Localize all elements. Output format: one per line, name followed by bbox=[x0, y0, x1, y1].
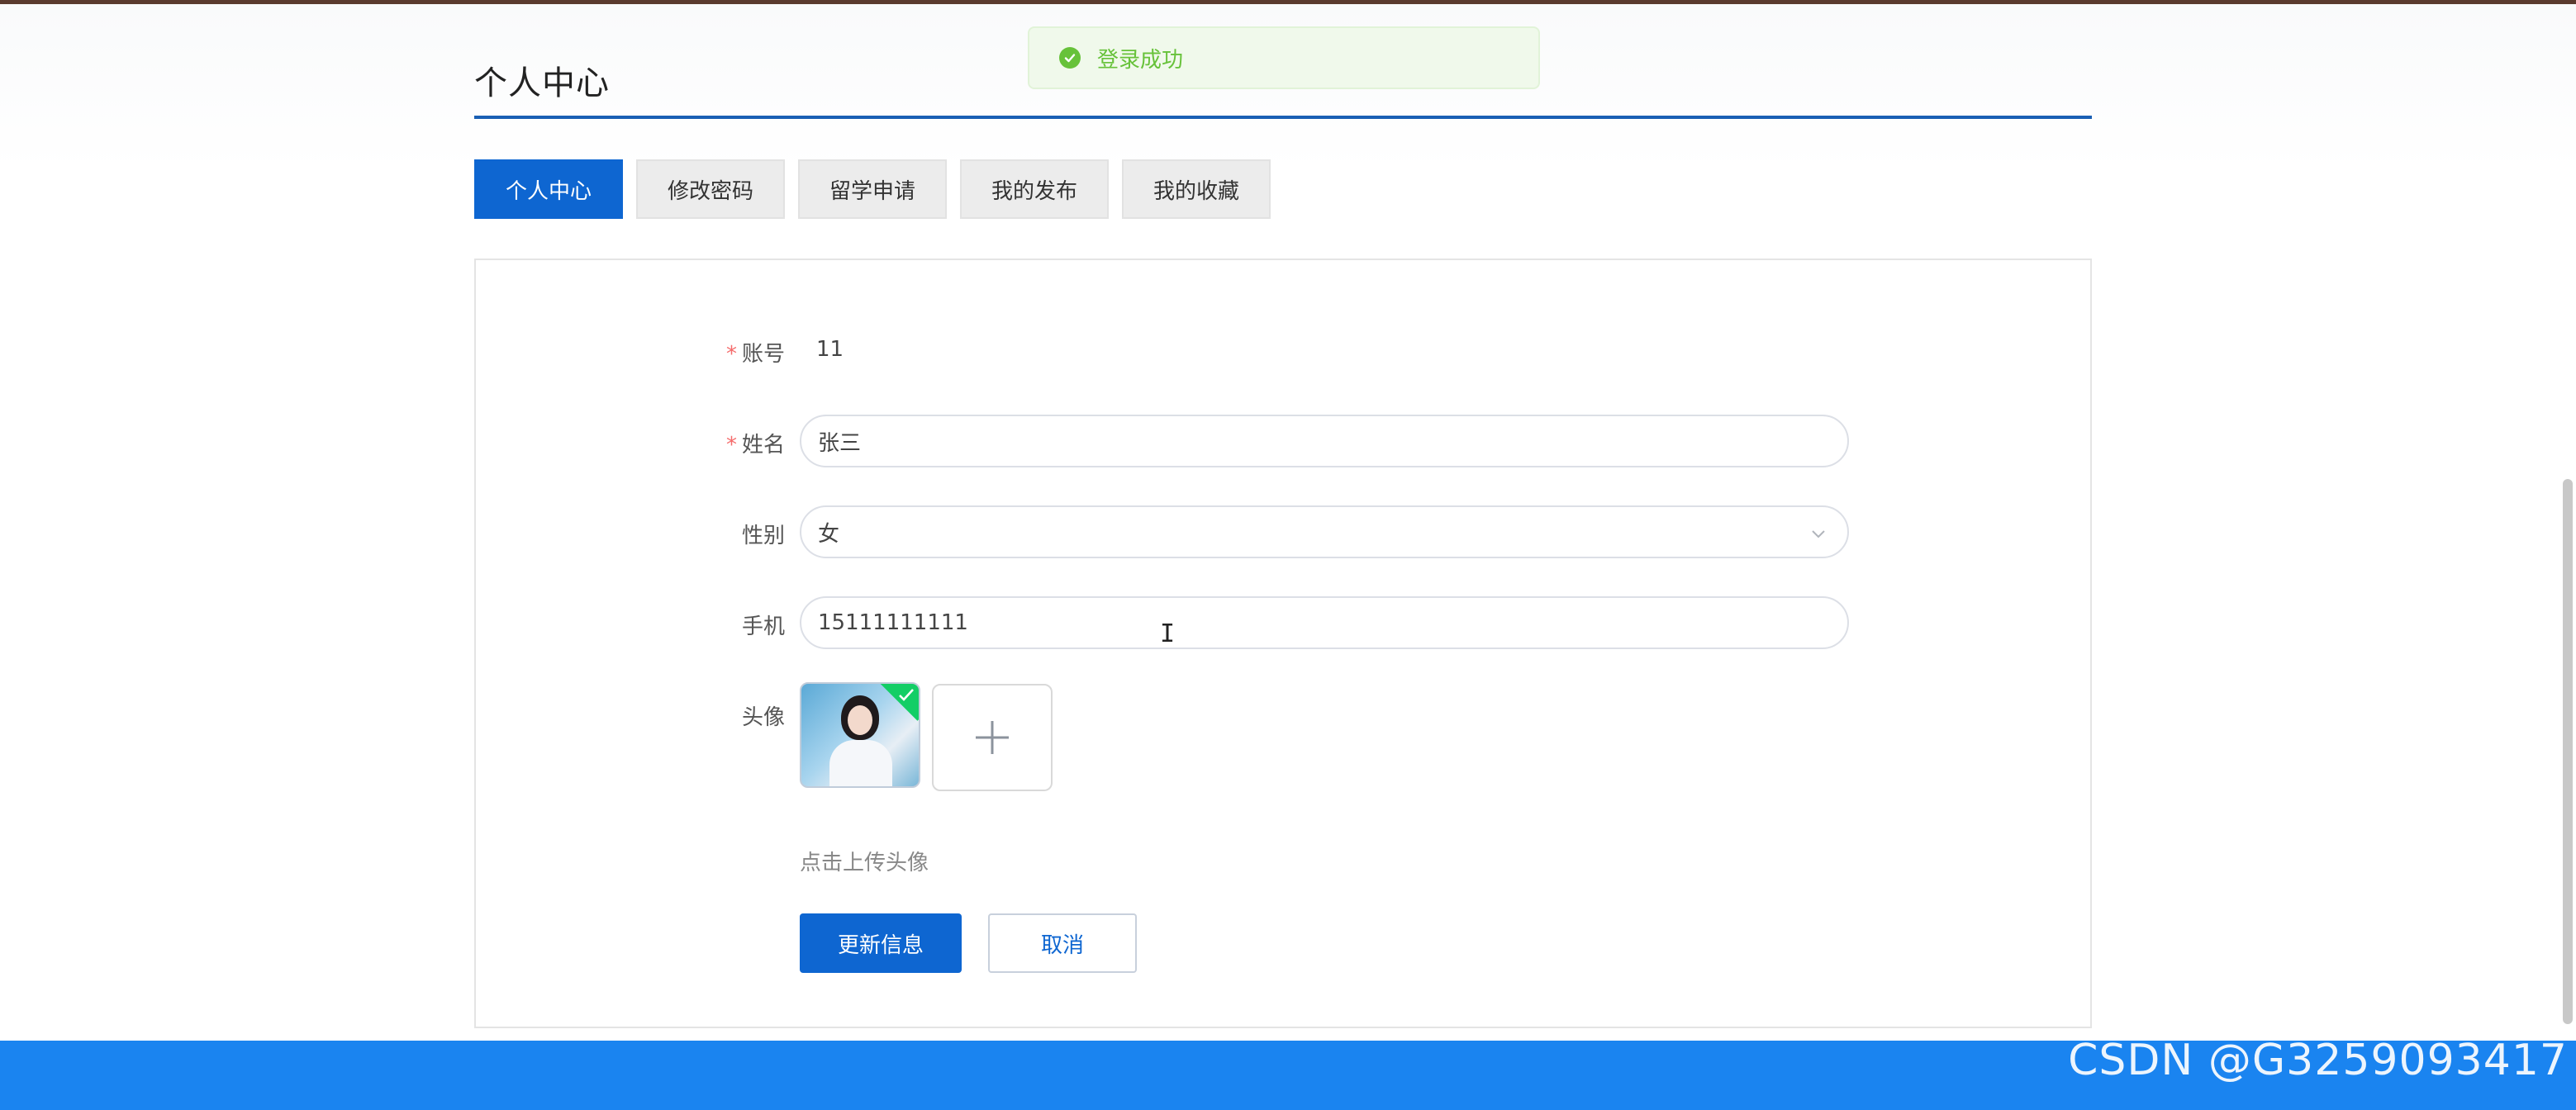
account-label: * 账号 bbox=[725, 342, 785, 367]
toast-message: 登录成功 bbox=[1097, 47, 1184, 73]
name-input-value: 张三 bbox=[818, 430, 862, 456]
account-value: 11 bbox=[816, 337, 844, 362]
profile-tabs: 个人中心 修改密码 留学申请 我的发布 我的收藏 bbox=[474, 159, 1271, 219]
text-cursor-icon: I bbox=[1160, 619, 1176, 648]
plus-icon bbox=[976, 721, 1009, 754]
name-label: * 姓名 bbox=[725, 433, 785, 458]
gender-select[interactable]: 女 bbox=[800, 505, 1849, 558]
upload-success-check-icon bbox=[897, 685, 915, 707]
cancel-button[interactable]: 取消 bbox=[988, 913, 1137, 973]
success-check-icon bbox=[1059, 47, 1081, 69]
tab-profile[interactable]: 个人中心 bbox=[474, 159, 623, 219]
scrollbar[interactable] bbox=[2563, 479, 2573, 1024]
phone-label: 手机 bbox=[741, 614, 785, 639]
gender-selected-value: 女 bbox=[818, 521, 840, 547]
watermark: CSDN @G3259093417 bbox=[2068, 1036, 2568, 1085]
title-underline bbox=[474, 116, 2092, 119]
tab-my-favorites[interactable]: 我的收藏 bbox=[1122, 159, 1271, 219]
name-input[interactable]: 张三 bbox=[800, 415, 1849, 467]
update-info-button[interactable]: 更新信息 bbox=[800, 913, 962, 973]
tab-my-posts[interactable]: 我的发布 bbox=[960, 159, 1109, 219]
chevron-down-icon bbox=[1809, 524, 1827, 548]
gender-label: 性别 bbox=[741, 524, 785, 548]
tab-study-abroad-application[interactable]: 留学申请 bbox=[798, 159, 947, 219]
avatar-upload-button[interactable] bbox=[932, 684, 1053, 791]
success-toast: 登录成功 bbox=[1028, 26, 1540, 89]
phone-input[interactable]: 15111111111 bbox=[800, 596, 1849, 649]
avatar-label: 头像 bbox=[741, 705, 785, 730]
required-mark: * bbox=[725, 433, 737, 458]
avatar-thumbnail[interactable] bbox=[800, 682, 920, 788]
phone-input-value: 15111111111 bbox=[818, 610, 968, 635]
required-mark: * bbox=[725, 342, 737, 367]
tab-change-password[interactable]: 修改密码 bbox=[636, 159, 785, 219]
page-title: 个人中心 bbox=[474, 64, 610, 102]
upload-hint: 点击上传头像 bbox=[800, 851, 929, 875]
